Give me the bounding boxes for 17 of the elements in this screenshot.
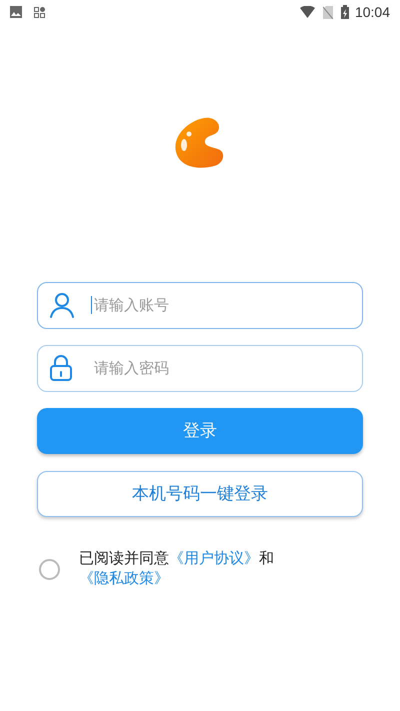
battery-icon (340, 5, 349, 19)
policy-link[interactable]: 《用户协议》 (169, 550, 259, 567)
grid-icon (34, 6, 45, 18)
no-sim-icon (322, 6, 333, 18)
agreement-text: 已阅读并同意《用户协议》和 《隐私政策》 (79, 549, 275, 589)
login-button[interactable]: 登录 (37, 408, 363, 454)
lock-icon (48, 354, 74, 382)
policy-link[interactable]: 《隐私政策》 (79, 570, 169, 587)
phone-login-button[interactable]: 本机号码一键登录 (37, 471, 363, 517)
account-field[interactable]: 请输入账号 (37, 282, 363, 329)
wifi-icon (300, 6, 315, 18)
user-icon (48, 291, 76, 319)
image-icon (10, 6, 22, 18)
clock: 10:04 (354, 2, 390, 22)
password-field[interactable]: 请输入密码 (37, 345, 363, 392)
agree-checkbox[interactable] (39, 559, 60, 580)
text-cursor (91, 296, 92, 314)
